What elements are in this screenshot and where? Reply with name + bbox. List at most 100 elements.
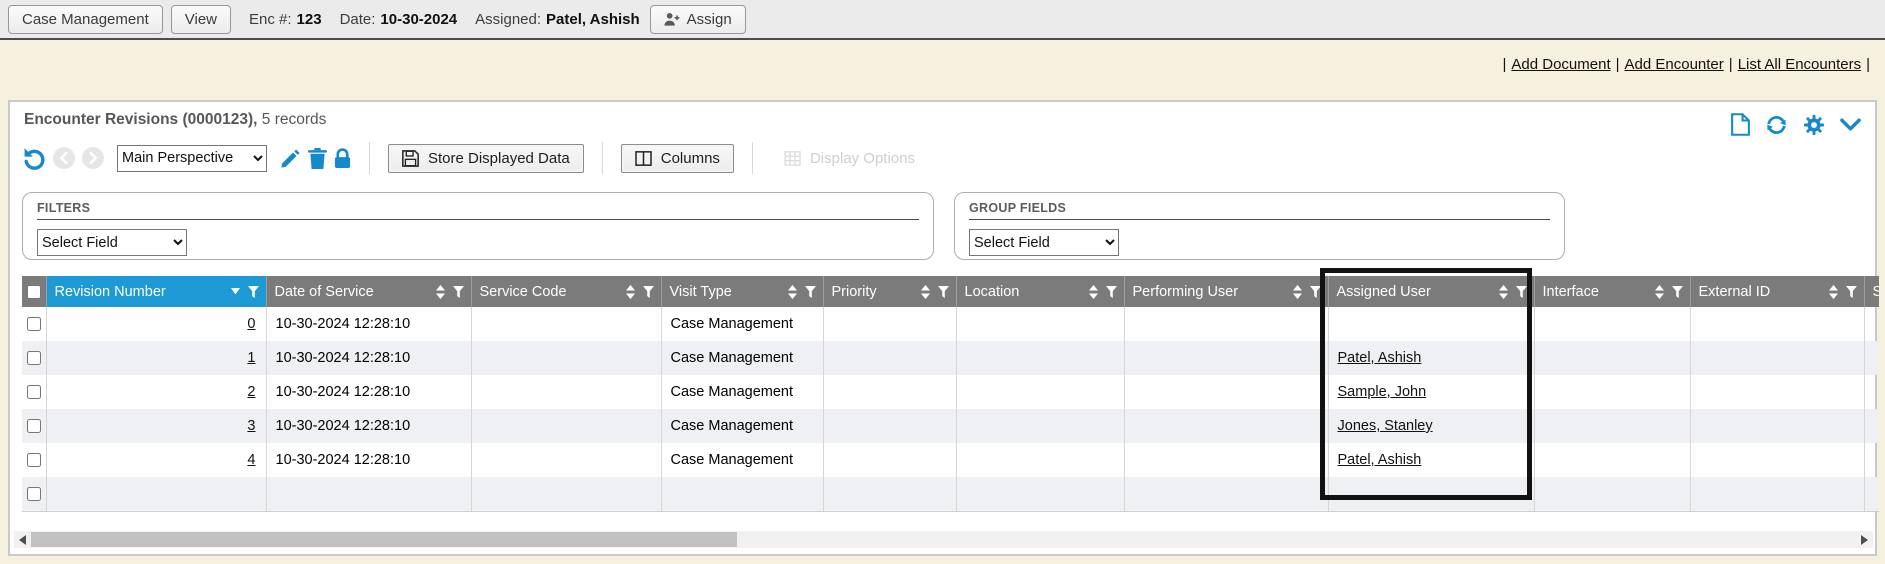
row-checkbox[interactable]: [27, 453, 41, 467]
case-management-button[interactable]: Case Management: [8, 5, 163, 34]
panel-icon-toolbar: [1731, 111, 1861, 136]
revision-link[interactable]: 0: [247, 316, 255, 332]
page-icon[interactable]: [1731, 113, 1750, 136]
cell-visit-type: Case Management: [661, 409, 823, 443]
row-checkbox[interactable]: [27, 419, 41, 433]
chevron-left-icon[interactable]: [53, 147, 75, 169]
grid-icon: [784, 151, 801, 166]
floppy-icon: [402, 150, 419, 167]
scrollbar-thumb[interactable]: [31, 532, 737, 547]
revision-link[interactable]: 1: [247, 350, 255, 366]
scroll-right-arrow-icon[interactable]: [1856, 531, 1873, 548]
chevron-right-icon[interactable]: [82, 147, 104, 169]
table-header-row: Revision Number Date of Service Service …: [22, 276, 1879, 307]
trash-icon[interactable]: [308, 148, 327, 169]
funnel-icon[interactable]: [1516, 286, 1527, 298]
assign-button[interactable]: Assign: [650, 5, 746, 34]
pencil-icon[interactable]: [280, 148, 301, 169]
sort-arrows-icon[interactable]: [1089, 285, 1098, 299]
filters-label: FILTERS: [37, 201, 919, 215]
sort-arrows-icon[interactable]: [788, 285, 797, 299]
revision-link[interactable]: 3: [247, 418, 255, 434]
sort-arrows-icon[interactable]: [1655, 285, 1664, 299]
column-header-clipped[interactable]: S: [1864, 276, 1879, 307]
cell-visit-type: Case Management: [661, 307, 823, 341]
column-header-revision-number[interactable]: Revision Number: [46, 276, 266, 307]
sort-arrows-icon[interactable]: [1829, 285, 1838, 299]
sort-arrows-icon[interactable]: [1293, 285, 1302, 299]
view-button[interactable]: View: [171, 5, 231, 34]
column-header-interface[interactable]: Interface: [1534, 276, 1690, 307]
column-header-visit-type[interactable]: Visit Type: [661, 276, 823, 307]
horizontal-scrollbar[interactable]: [14, 531, 1873, 548]
add-document-link[interactable]: Add Document: [1511, 56, 1610, 73]
chevron-down-icon[interactable]: [1840, 118, 1861, 132]
funnel-icon[interactable]: [453, 286, 464, 298]
cell-date-of-service: 10-30-2024 12:28:10: [266, 409, 471, 443]
column-header-performing-user[interactable]: Performing User: [1124, 276, 1328, 307]
assigned-user-display: Assigned: Patel, Ashish: [475, 11, 640, 28]
perspective-select[interactable]: Main Perspective: [117, 145, 267, 172]
add-encounter-link[interactable]: Add Encounter: [1625, 56, 1724, 73]
assigned-user-link[interactable]: Jones, Stanley: [1338, 418, 1433, 434]
columns-button[interactable]: Columns: [621, 144, 734, 173]
filter-group-row: FILTERS Select Field GROUP FIELDS Select…: [10, 182, 1875, 260]
sort-arrows-icon[interactable]: [626, 285, 635, 299]
grid-toolbar: Main Perspective Store Displayed Data Co…: [10, 138, 1875, 182]
cell-date-of-service: 10-30-2024 12:28:10: [266, 307, 471, 341]
funnel-icon[interactable]: [1310, 286, 1321, 298]
column-header-assigned-user[interactable]: Assigned User: [1328, 276, 1534, 307]
group-field-select[interactable]: Select Field: [969, 229, 1119, 256]
assigned-user-link[interactable]: Patel, Ashish: [1338, 350, 1422, 366]
assigned-user-link[interactable]: Sample, John: [1338, 384, 1427, 400]
scrollbar-track[interactable]: [31, 531, 1856, 548]
funnel-icon[interactable]: [805, 286, 816, 298]
revision-link[interactable]: 4: [247, 452, 255, 468]
column-header-service-code[interactable]: Service Code: [471, 276, 661, 307]
funnel-icon[interactable]: [1846, 286, 1857, 298]
funnel-icon[interactable]: [1672, 286, 1683, 298]
revision-link[interactable]: 2: [247, 384, 255, 400]
encounter-revisions-panel: Encounter Revisions (0000123), 5 records: [8, 100, 1877, 556]
refresh-icon[interactable]: [1765, 114, 1788, 136]
row-checkbox[interactable]: [27, 385, 41, 399]
sort-arrows-icon[interactable]: [1499, 285, 1508, 299]
column-header-date-of-service[interactable]: Date of Service: [266, 276, 471, 307]
toolbar-divider: [369, 142, 370, 174]
column-header-external-id[interactable]: External ID: [1690, 276, 1864, 307]
cell-date-of-service: 10-30-2024 12:28:10: [266, 443, 471, 477]
sort-arrows-icon[interactable]: [436, 285, 445, 299]
funnel-icon[interactable]: [1106, 286, 1117, 298]
cell-visit-type: Case Management: [661, 443, 823, 477]
sort-down-icon[interactable]: [231, 288, 240, 295]
undo-icon[interactable]: [22, 146, 46, 170]
row-checkbox[interactable]: [27, 487, 41, 501]
gear-icon[interactable]: [1803, 114, 1825, 136]
cell-visit-type: Case Management: [661, 375, 823, 409]
list-all-encounters-link[interactable]: List All Encounters: [1738, 56, 1861, 73]
action-links: |Add Document|Add Encounter|List All Enc…: [0, 40, 1885, 100]
row-checkbox[interactable]: [27, 351, 41, 365]
column-header-location[interactable]: Location: [956, 276, 1124, 307]
store-displayed-data-button[interactable]: Store Displayed Data: [388, 144, 584, 173]
person-plus-icon: [664, 12, 680, 27]
table-row: 4 10-30-2024 12:28:10 Case Management Pa…: [22, 443, 1879, 477]
funnel-icon[interactable]: [248, 286, 259, 298]
group-fields-box: GROUP FIELDS Select Field: [954, 192, 1565, 260]
scroll-left-arrow-icon[interactable]: [14, 531, 31, 548]
revisions-table: Revision Number Date of Service Service …: [22, 276, 1879, 512]
table-row-empty: [22, 477, 1879, 511]
row-checkbox[interactable]: [27, 317, 41, 331]
funnel-icon[interactable]: [938, 286, 949, 298]
cell-visit-type: Case Management: [661, 341, 823, 375]
select-all-checkbox[interactable]: [27, 285, 41, 299]
cell-date-of-service: 10-30-2024 12:28:10: [266, 341, 471, 375]
sort-arrows-icon[interactable]: [921, 285, 930, 299]
filters-field-select[interactable]: Select Field: [37, 229, 187, 256]
lock-icon[interactable]: [334, 148, 351, 169]
column-header-priority[interactable]: Priority: [823, 276, 956, 307]
cell-date-of-service: 10-30-2024 12:28:10: [266, 375, 471, 409]
funnel-icon[interactable]: [643, 286, 654, 298]
assigned-user-link[interactable]: Patel, Ashish: [1338, 452, 1422, 468]
panel-header: Encounter Revisions (0000123), 5 records: [10, 102, 1875, 138]
